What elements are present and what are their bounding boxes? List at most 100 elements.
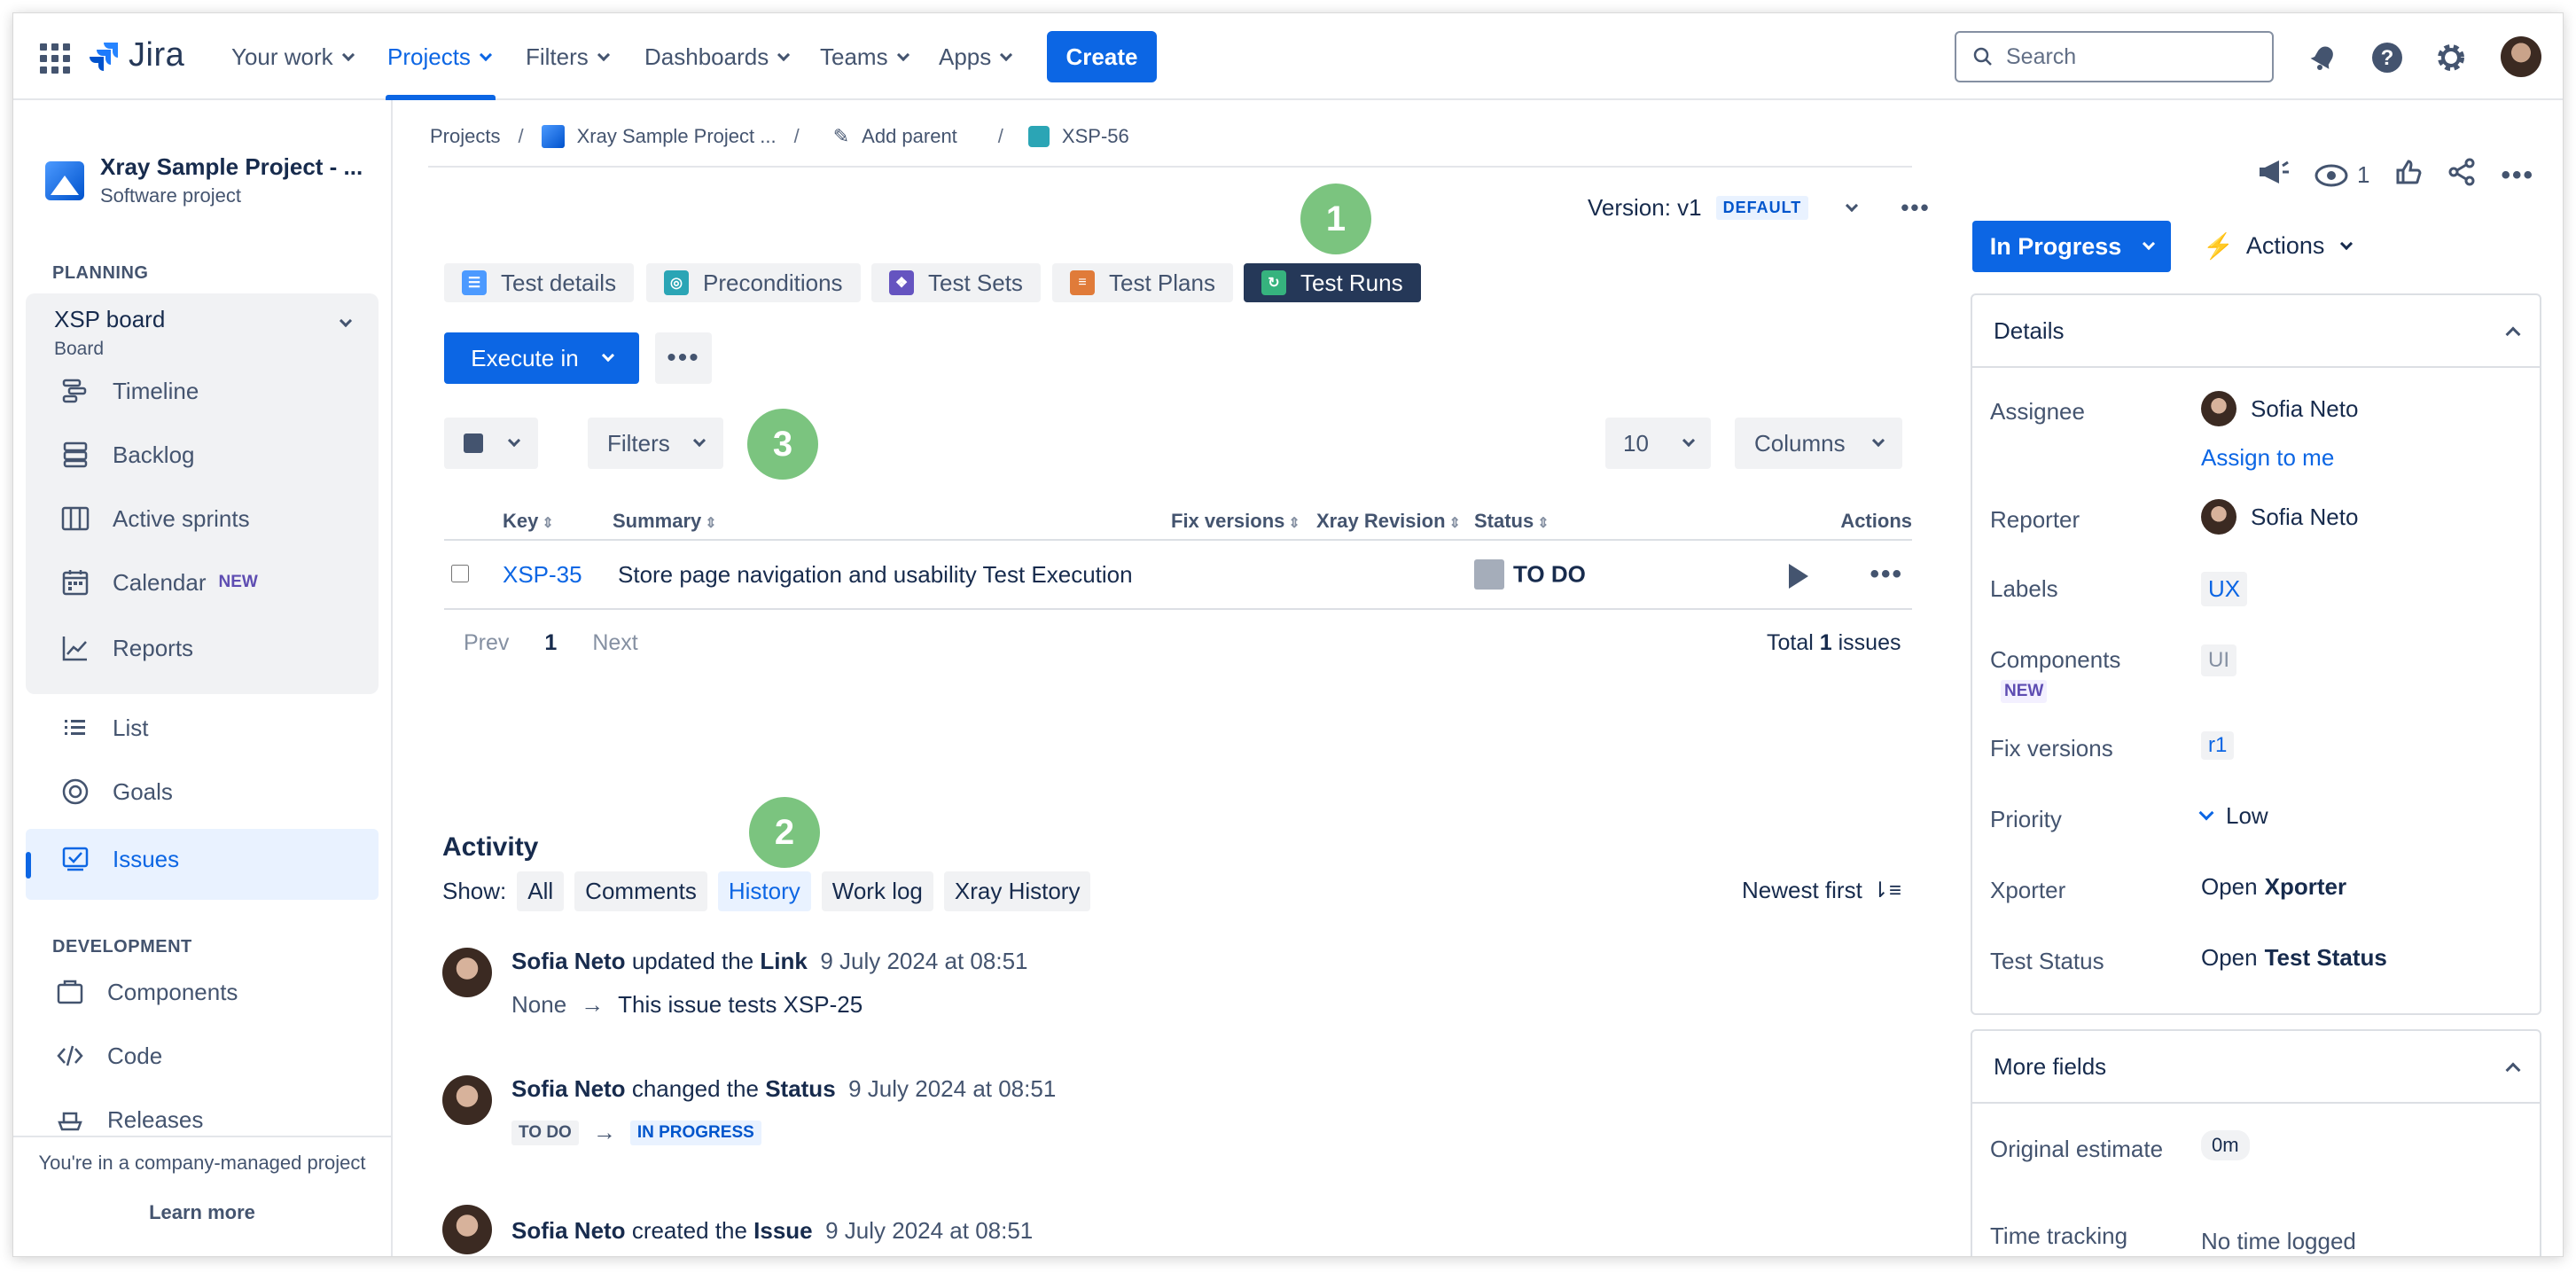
header-status[interactable]: Status ⇕ bbox=[1474, 503, 1740, 541]
tab-test-plans[interactable]: ≡ Test Plans bbox=[1052, 263, 1233, 302]
component-tag[interactable]: UI bbox=[2201, 644, 2236, 676]
activity-author[interactable]: Sofia Neto bbox=[511, 948, 626, 974]
project-header[interactable]: Xray Sample Project - ... Software proje… bbox=[45, 153, 363, 207]
filter-all-button[interactable]: All bbox=[517, 871, 565, 911]
nav-projects[interactable]: Projects bbox=[387, 43, 492, 71]
breadcrumb-projects[interactable]: Projects bbox=[430, 125, 500, 148]
notifications-icon[interactable] bbox=[2306, 40, 2341, 75]
prev-page-button[interactable]: Prev bbox=[464, 630, 509, 656]
tab-test-runs[interactable]: ↻ Test Runs bbox=[1244, 263, 1421, 302]
board-subtitle: Board bbox=[54, 339, 105, 359]
actions-dropdown[interactable]: ⚡ Actions bbox=[2203, 231, 2354, 261]
row-checkbox[interactable] bbox=[451, 564, 469, 582]
app-switcher-icon[interactable] bbox=[40, 43, 70, 74]
assign-to-me-link[interactable]: Assign to me bbox=[2201, 444, 2334, 472]
nav-your-work[interactable]: Your work bbox=[231, 43, 355, 71]
watch-eye-icon[interactable]: 1 bbox=[2314, 161, 2369, 189]
version-selector[interactable]: Version: v1 DEFAULT ••• bbox=[1588, 194, 1931, 222]
priority-value[interactable]: Low bbox=[2198, 802, 2268, 830]
assignee-value[interactable]: Sofia Neto bbox=[2201, 391, 2358, 426]
label-tag[interactable]: UX bbox=[2201, 572, 2248, 606]
time-tracking-value[interactable]: No time logged bbox=[2201, 1228, 2356, 1255]
time-tracking-label: Time tracking bbox=[1990, 1222, 2128, 1249]
help-icon[interactable]: ? bbox=[2369, 40, 2405, 75]
tab-preconditions[interactable]: ◎ Preconditions bbox=[646, 263, 861, 302]
activity-author[interactable]: Sofia Neto bbox=[511, 1217, 626, 1244]
sidebar-item-issues[interactable]: Issues bbox=[59, 843, 179, 875]
details-panel-header[interactable]: Details bbox=[1972, 295, 2540, 368]
current-page[interactable]: 1 bbox=[544, 630, 557, 656]
header-summary[interactable]: Summary ⇕ bbox=[613, 503, 1171, 541]
activity-author[interactable]: Sofia Neto bbox=[511, 1075, 626, 1102]
nav-apps[interactable]: Apps bbox=[939, 43, 1013, 71]
sidebar-footer: You're in a company-managed project Lear… bbox=[13, 1136, 391, 1256]
filter-xray-history-button[interactable]: Xray History bbox=[943, 871, 1091, 911]
issue-action-icons: 1 ••• bbox=[2256, 157, 2534, 193]
original-estimate-value[interactable]: 0m bbox=[2201, 1130, 2250, 1160]
sidebar-item-components[interactable]: Components bbox=[54, 976, 238, 1008]
reporter-value[interactable]: Sofia Neto bbox=[2201, 499, 2358, 535]
bulk-select-dropdown[interactable] bbox=[444, 418, 538, 469]
filter-work-log-button[interactable]: Work log bbox=[821, 871, 933, 911]
tab-test-sets[interactable]: ❖ Test Sets bbox=[871, 263, 1041, 302]
tab-label: Preconditions bbox=[703, 269, 843, 296]
next-page-button[interactable]: Next bbox=[592, 630, 637, 656]
breadcrumb-project[interactable]: Xray Sample Project ... bbox=[577, 125, 777, 148]
more-actions-button[interactable]: ••• bbox=[655, 332, 712, 384]
more-fields-header[interactable]: More fields bbox=[1972, 1031, 2540, 1104]
labels-value[interactable]: UX bbox=[2201, 572, 2248, 606]
header-fix-versions[interactable]: Fix versions ⇕ bbox=[1171, 503, 1316, 541]
tab-test-details[interactable]: ☰ Test details bbox=[444, 263, 635, 302]
nav-teams[interactable]: Teams bbox=[820, 43, 909, 71]
header-xray-revision[interactable]: Xray Revision ⇕ bbox=[1316, 503, 1474, 541]
search-box[interactable] bbox=[1955, 31, 2274, 82]
components-value[interactable]: UI bbox=[2201, 644, 2236, 676]
sort-order-toggle[interactable]: Newest first ⇂≡ bbox=[1742, 877, 1901, 904]
filter-comments-button[interactable]: Comments bbox=[574, 871, 707, 911]
search-input[interactable] bbox=[2006, 43, 2254, 70]
xporter-value[interactable]: Open Xporter bbox=[2201, 873, 2346, 901]
sidebar-item-reports[interactable]: Reports bbox=[59, 632, 193, 664]
nav-dashboards[interactable]: Dashboards bbox=[644, 43, 791, 71]
row-more-icon[interactable]: ••• bbox=[1870, 559, 1903, 589]
test-status-value[interactable]: Open Test Status bbox=[2201, 944, 2387, 972]
share-icon[interactable] bbox=[2447, 158, 2476, 192]
filter-history-button[interactable]: History bbox=[717, 871, 811, 911]
create-button[interactable]: Create bbox=[1047, 31, 1157, 82]
priority-label: Priority bbox=[1990, 806, 2062, 832]
breadcrumb-divider bbox=[428, 166, 1912, 168]
jira-logo[interactable]: Jira bbox=[90, 36, 184, 74]
columns-dropdown[interactable]: Columns bbox=[1735, 418, 1902, 469]
user-avatar[interactable] bbox=[2501, 36, 2541, 77]
sidebar-item-list[interactable]: List bbox=[59, 712, 148, 744]
version-more-icon[interactable]: ••• bbox=[1901, 194, 1930, 222]
fix-version-tag[interactable]: r1 bbox=[2201, 731, 2235, 760]
sidebar-item-timeline[interactable]: Timeline bbox=[59, 375, 199, 407]
breadcrumb-issue-key[interactable]: XSP-56 bbox=[1062, 125, 1129, 148]
sidebar-item-releases[interactable]: Releases bbox=[54, 1104, 203, 1136]
sidebar-item-code[interactable]: Code bbox=[54, 1040, 162, 1072]
sidebar-item-goals[interactable]: Goals bbox=[59, 776, 173, 808]
execute-in-label: Execute in bbox=[471, 344, 579, 371]
issue-more-icon[interactable]: ••• bbox=[2501, 160, 2534, 191]
like-thumb-icon[interactable] bbox=[2394, 158, 2423, 192]
test-runs-icon: ↻ bbox=[1261, 270, 1286, 295]
execute-in-button[interactable]: Execute in bbox=[444, 332, 639, 384]
feedback-megaphone-icon[interactable] bbox=[2256, 157, 2290, 193]
settings-gear-icon[interactable] bbox=[2433, 40, 2469, 75]
status-transition-button[interactable]: In Progress bbox=[1972, 221, 2171, 272]
fix-versions-value[interactable]: r1 bbox=[2201, 731, 2235, 760]
sidebar-item-active-sprints[interactable]: Active sprints bbox=[59, 503, 250, 535]
learn-more-link[interactable]: Learn more bbox=[13, 1201, 391, 1224]
sidebar-item-calendar[interactable]: Calendar NEW bbox=[59, 566, 258, 598]
page-size-select[interactable]: 10 bbox=[1605, 418, 1711, 469]
play-execute-icon[interactable] bbox=[1789, 564, 1809, 590]
sidebar-item-backlog[interactable]: Backlog bbox=[59, 439, 195, 471]
issue-key-link[interactable]: XSP-35 bbox=[503, 561, 582, 588]
nav-filters[interactable]: Filters bbox=[526, 43, 610, 71]
row-actions-cell: ••• bbox=[1740, 540, 1912, 610]
header-key[interactable]: Key ⇕ bbox=[503, 503, 613, 541]
breadcrumb-add-parent[interactable]: Add parent bbox=[862, 125, 957, 148]
filters-dropdown[interactable]: Filters bbox=[588, 418, 723, 469]
board-selector[interactable]: XSP board Board bbox=[54, 306, 165, 360]
